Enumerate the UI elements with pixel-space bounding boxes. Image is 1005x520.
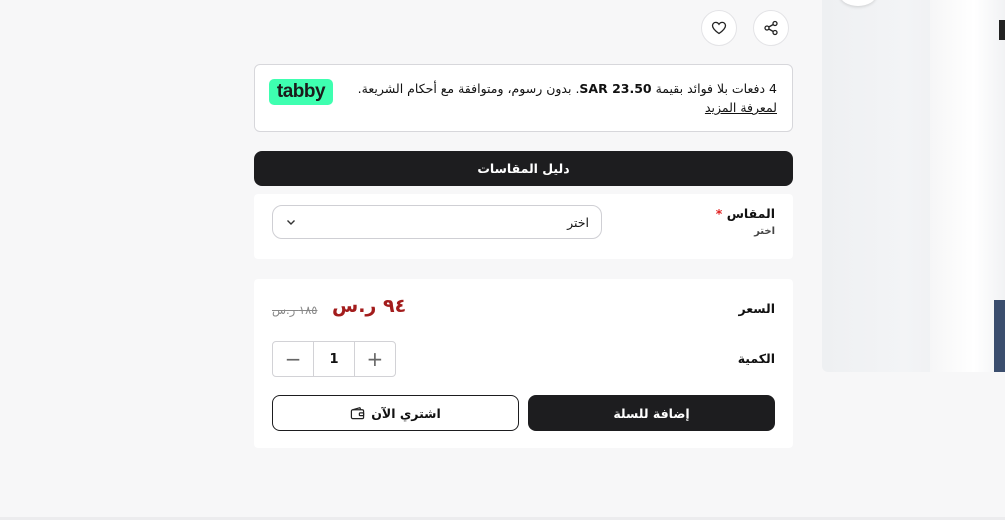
buy-now-label: اشتري الآن xyxy=(371,405,441,421)
price-original: ١٨٥ ر.س xyxy=(272,303,318,317)
size-panel: المقاس * اختر اختر xyxy=(254,194,793,259)
tabby-text-suffix: . بدون رسوم، ومتوافقة مع أحكام الشريعة. xyxy=(357,81,580,96)
buy-now-button[interactable]: اشتري الآن xyxy=(272,395,519,431)
tabby-message: 4 دفعات بلا فوائد بقيمة SAR 23.50. بدون … xyxy=(357,79,777,117)
product-tag xyxy=(999,20,1005,40)
quantity-decrease-button[interactable]: − xyxy=(273,342,313,376)
size-hint: اختر xyxy=(754,226,775,237)
product-image xyxy=(822,0,1005,372)
size-select[interactable]: اختر xyxy=(272,205,602,239)
tabby-text-prefix: 4 دفعات بلا فوائد بقيمة xyxy=(655,81,777,96)
add-to-cart-button[interactable]: إضافة للسلة xyxy=(528,395,775,431)
size-select-value: اختر xyxy=(567,214,589,230)
price-current: ٩٤ ر.س xyxy=(332,295,407,317)
quantity-value[interactable]: 1 xyxy=(313,342,355,376)
share-icon xyxy=(764,20,778,36)
chevron-down-icon xyxy=(287,220,295,225)
size-guide-button[interactable]: دليل المقاسات xyxy=(254,151,793,186)
share-button[interactable] xyxy=(753,10,789,46)
required-mark: * xyxy=(715,206,723,221)
quantity-label: الكمية xyxy=(737,351,775,366)
price-label: السعر xyxy=(738,301,775,316)
quantity-increase-button[interactable]: + xyxy=(355,342,395,376)
tabby-logo: tabby xyxy=(269,79,333,105)
gallery-indicator[interactable] xyxy=(840,0,876,6)
tabby-amount: SAR 23.50 xyxy=(579,81,652,96)
size-label-text: المقاس xyxy=(726,206,775,221)
wishlist-button[interactable] xyxy=(701,10,737,46)
tabby-promo: tabby 4 دفعات بلا فوائد بقيمة SAR 23.50.… xyxy=(254,64,793,132)
size-label: المقاس * xyxy=(716,206,775,221)
quantity-stepper: − 1 + xyxy=(272,341,396,377)
wallet-icon xyxy=(351,406,365,419)
heart-icon xyxy=(711,21,727,35)
tabby-learn-more-link[interactable]: لمعرفة المزيد xyxy=(705,100,777,115)
purchase-panel: السعر ٩٤ ر.س ١٨٥ ر.س الكمية − 1 + إضافة … xyxy=(254,279,793,448)
product-shade xyxy=(994,300,1005,372)
